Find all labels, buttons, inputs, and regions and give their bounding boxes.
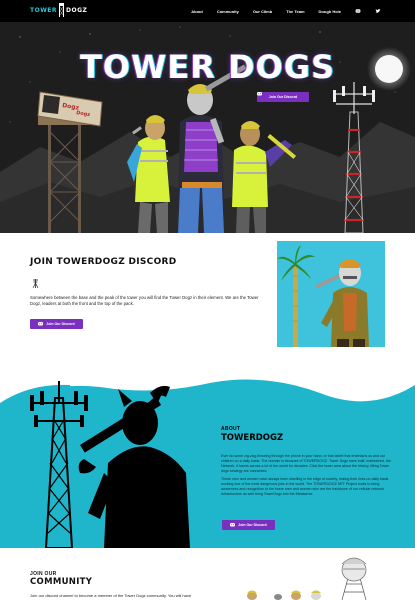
community-illustration (247, 557, 367, 600)
join-section-illustration (277, 241, 385, 347)
community-title: COMMUNITY (30, 577, 93, 587)
discord-icon (257, 92, 262, 96)
hero-join-discord-button[interactable]: Join Our Discord (257, 92, 309, 102)
community-section: JOIN OUR COMMUNITY Join our discord chan… (0, 548, 415, 600)
nav-link-the-team[interactable]: The Team (286, 9, 304, 14)
about-paragraph-2: These men and women have always been dwe… (221, 477, 389, 496)
twitter-icon[interactable] (375, 8, 381, 14)
nav-link-our-climb[interactable]: Our Climb (253, 9, 272, 14)
logo-tower-icon (59, 3, 65, 17)
discord-icon (38, 322, 44, 326)
about-join-discord-button[interactable]: Join Our Discord (222, 520, 275, 530)
logo-text-dogz: DOGZ (66, 6, 88, 14)
about-title: TOWERDOGZ (221, 433, 284, 443)
hero-banner: Dogz Dogz TOWER DOGS Join Our Discord (0, 22, 415, 233)
about-section: ABOUT TOWERDOGZ Ever do some zig-zag-thr… (0, 363, 415, 548)
hero-button-label: Join Our Discord (268, 95, 298, 99)
about-button-label: Join Our Discord (238, 523, 267, 527)
about-label: ABOUT (221, 426, 241, 432)
discord-icon (230, 523, 236, 527)
nav-link-community[interactable]: Community (217, 9, 239, 14)
nav-links: About Community Our Climb The Team Dough… (191, 0, 381, 22)
site-logo[interactable]: TOWER DOGZ (30, 3, 87, 17)
nav-link-about[interactable]: About (191, 9, 203, 14)
logo-text-tower: TOWER (30, 6, 58, 14)
mini-tower-icon (32, 279, 39, 288)
join-section-text: Somewhere between the base and the peak … (30, 295, 259, 307)
hero-title: TOWER DOGS (79, 48, 336, 86)
join-discord-button[interactable]: Join Our Discord (30, 319, 83, 329)
about-paragraph-1: Ever do some zig-zag-throwing through th… (221, 454, 391, 473)
join-section-title: JOIN TOWERDOGZ DISCORD (30, 257, 177, 267)
top-nav: TOWER DOGZ About Community Our Climb The… (0, 0, 415, 22)
community-text: Join our discord channel to become a mem… (30, 593, 192, 598)
join-discord-section: JOIN TOWERDOGZ DISCORD Somewhere between… (0, 233, 415, 363)
join-button-label: Join Our Discord (46, 322, 75, 326)
dog-with-palm-tree-image (277, 241, 385, 347)
nav-link-dough-hole[interactable]: Dough Hole (319, 9, 341, 14)
discord-icon[interactable] (355, 8, 361, 14)
